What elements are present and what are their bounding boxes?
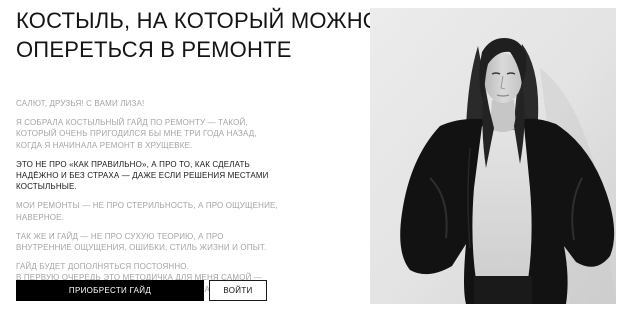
- intro-paragraph-3-line: МОИ РЕМОНТЫ — НЕ ПРО СТЕРИЛЬНОСТЬ, А ПРО…: [16, 201, 278, 211]
- intro-text: САЛЮТ, ДРУЗЬЯ! С ВАМИ ЛИЗА! Я СОБРАЛА КО…: [16, 98, 366, 303]
- intro-paragraph-1-line: КОТОРЫЙ ОЧЕНЬ ПРИГОДИЛСЯ БЫ МНЕ ТРИ ГОДА…: [16, 129, 257, 139]
- intro-paragraph-4-line: ТАК ЖЕ И ГАЙД — НЕ ПРО СУХУЮ ТЕОРИЮ, А П…: [16, 231, 224, 241]
- intro-paragraph-5-line: ГАЙД БУДЕТ ДОПОЛНЯТЬСЯ ПОСТОЯННО.: [16, 262, 190, 272]
- login-button[interactable]: ВОЙТИ: [209, 280, 267, 301]
- portrait-photo: [370, 8, 616, 304]
- intro-paragraph-3: МОИ РЕМОНТЫ — НЕ ПРО СТЕРИЛЬНОСТЬ, А ПРО…: [16, 200, 366, 222]
- intro-paragraph-1-line: Я СОБРАЛА КОСТЫЛЬНЫЙ ГАЙД ПО РЕМОНТУ — Т…: [16, 118, 248, 128]
- intro-paragraph-2: ЭТО НЕ ПРО «КАК ПРАВИЛЬНО», А ПРО ТО, КА…: [16, 159, 366, 193]
- page-title: КОСТЫЛЬ, НА КОТОРЫЙ МОЖНО ОПЕРЕТЬСЯ В РЕ…: [16, 6, 381, 64]
- page-title-line-2: ОПЕРЕТЬСЯ В РЕМОНТЕ: [16, 37, 292, 62]
- page-title-line-1: КОСТЫЛЬ, НА КОТОРЫЙ МОЖНО: [16, 8, 381, 33]
- intro-paragraph-3-line: НАВЕРНОЕ.: [16, 212, 65, 222]
- intro-paragraph-2-line: НАДЁЖНО И БЕЗ СТРАХА — ДАЖЕ ЕСЛИ РЕШЕНИЯ…: [16, 171, 269, 181]
- intro-paragraph-4-line: ВНУТРЕННИЕ ОЩУЩЕНИЯ, ОШИБКИ, СТИЛЬ ЖИЗНИ…: [16, 243, 267, 253]
- intro-paragraph-2-line: ЭТО НЕ ПРО «КАК ПРАВИЛЬНО», А ПРО ТО, КА…: [16, 159, 250, 169]
- greeting-text: САЛЮТ, ДРУЗЬЯ! С ВАМИ ЛИЗА!: [16, 99, 145, 108]
- intro-paragraph-4: ТАК ЖЕ И ГАЙД — НЕ ПРО СУХУЮ ТЕОРИЮ, А П…: [16, 231, 366, 253]
- greeting-paragraph: САЛЮТ, ДРУЗЬЯ! С ВАМИ ЛИЗА!: [16, 98, 366, 109]
- intro-paragraph-1-line: КОГДА Я НАЧИНАЛА РЕМОНТ В ХРУЩЕВКЕ.: [16, 140, 193, 150]
- intro-paragraph-2-line: КОСТЫЛЬНЫЕ.: [16, 182, 77, 192]
- buy-guide-button[interactable]: ПРИОБРЕСТИ ГАЙД: [16, 280, 204, 301]
- intro-paragraph-1: Я СОБРАЛА КОСТЫЛЬНЫЙ ГАЙД ПО РЕМОНТУ — Т…: [16, 117, 366, 151]
- portrait-illustration: [370, 8, 616, 304]
